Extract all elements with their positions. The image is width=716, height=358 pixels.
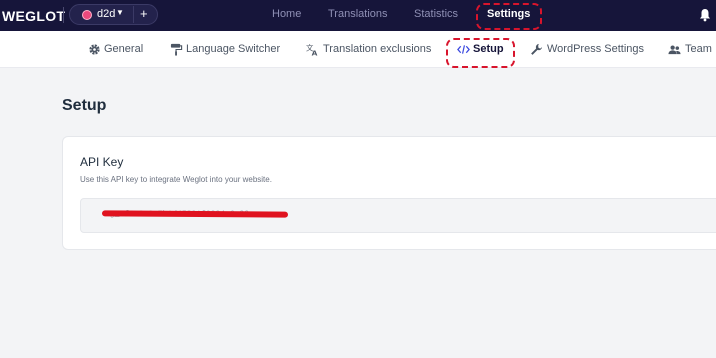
team-icon: [668, 45, 681, 55]
code-icon: [457, 45, 470, 54]
svg-text:A: A: [312, 49, 318, 56]
project-selector[interactable]: d2d ▼ +: [69, 4, 158, 25]
tab-label: Setup: [473, 43, 504, 55]
api-key-field[interactable]: wg_5f6e2c0a7b1d45891f0234c6e90: [80, 198, 716, 233]
tab-label: Language Switcher: [186, 43, 281, 55]
page-title: Setup: [62, 97, 107, 114]
api-key-description: Use this API key to integrate Weglot int…: [80, 175, 272, 184]
nav-translations[interactable]: Translations: [328, 8, 388, 20]
paint-roller-icon: [170, 43, 183, 56]
pill-divider: [133, 6, 134, 23]
wrench-icon: [531, 43, 543, 55]
redaction-mark: [101, 210, 289, 218]
tab-label: General: [104, 43, 144, 55]
gear-icon: [89, 44, 100, 55]
top-navbar: WEGLOT d2d ▼ + Home Translations Statist…: [0, 0, 716, 31]
settings-subnav: General Language Switcher 文 A Translatio…: [0, 31, 716, 68]
add-project-button[interactable]: +: [140, 6, 148, 21]
tab-label: Translation exclusions: [323, 43, 432, 55]
logo-divider: [63, 7, 64, 23]
tab-label: WordPress Settings: [547, 43, 645, 55]
translate-icon: 文 A: [306, 43, 318, 56]
project-avatar: [82, 10, 92, 20]
nav-home[interactable]: Home: [272, 8, 301, 20]
nav-settings[interactable]: Settings: [487, 8, 530, 20]
api-key-title: API Key: [80, 155, 124, 169]
nav-statistics[interactable]: Statistics: [414, 8, 458, 20]
api-key-card: API Key Use this API key to integrate We…: [62, 136, 716, 250]
weglot-logo[interactable]: WEGLOT: [2, 8, 65, 24]
chevron-down-icon: ▼: [116, 8, 124, 17]
tab-label: Team: [685, 43, 712, 55]
bell-icon[interactable]: [699, 8, 711, 22]
project-name: d2d: [97, 8, 116, 20]
